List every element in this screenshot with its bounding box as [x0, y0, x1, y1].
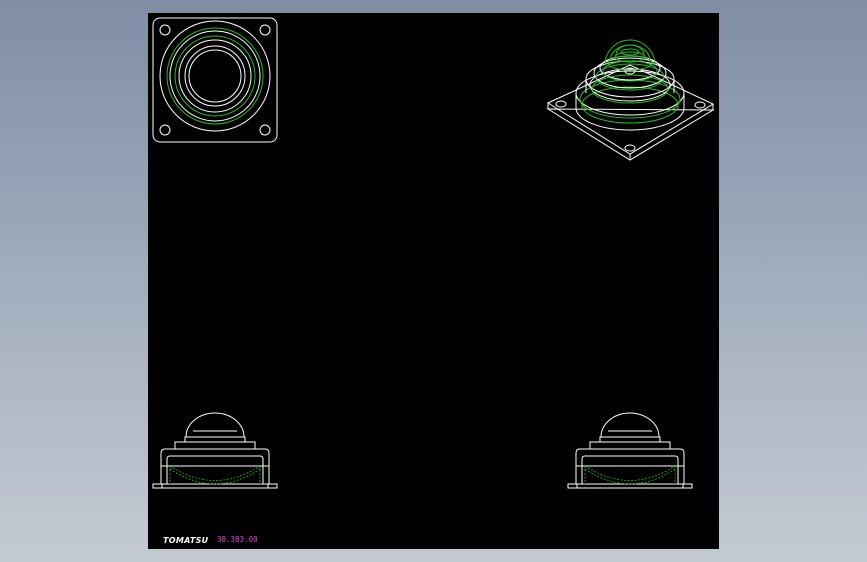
top-view-hidden-ring-2 — [174, 35, 256, 117]
top-view-ball-outline — [184, 45, 246, 107]
mounting-hole-tr — [259, 24, 271, 36]
iso-hole-front — [624, 144, 636, 152]
iso-hole-right — [694, 101, 706, 109]
brand-label: TOMATSU — [163, 536, 209, 545]
cad-drawing: TOMATSU 38.383.00 — [152, 17, 715, 545]
iso-plate-bottom-edge — [546, 108, 715, 161]
front-left-collar — [174, 436, 256, 449]
top-view-outer-ring — [159, 20, 271, 132]
isometric-view — [546, 39, 715, 161]
mounting-hole-bl — [159, 124, 171, 136]
front-view-right — [567, 412, 693, 489]
front-right-base-plate — [567, 483, 693, 489]
top-view — [152, 17, 278, 143]
top-view-ball-inner — [188, 49, 242, 103]
front-right-ball — [600, 412, 660, 438]
top-view-base-plate — [152, 17, 278, 143]
iso-hole-left — [555, 100, 567, 108]
iso-housing-top — [575, 70, 685, 116]
part-code: 38.383.00 — [217, 535, 258, 544]
top-view-flange-ring — [169, 30, 261, 122]
front-left-ball — [185, 412, 245, 438]
front-right-hidden-cavity — [584, 465, 676, 481]
mounting-hole-br — [259, 124, 271, 136]
top-view-hidden-ring-1 — [166, 27, 264, 125]
front-view-left — [152, 412, 278, 489]
cad-viewport[interactable]: TOMATSU 38.383.00 — [148, 13, 719, 549]
front-left-base-plate — [152, 483, 278, 489]
front-right-collar — [589, 436, 671, 449]
mounting-hole-tl — [159, 24, 171, 36]
top-view-housing-ring — [178, 39, 252, 113]
front-left-hidden-cavity — [169, 465, 261, 481]
